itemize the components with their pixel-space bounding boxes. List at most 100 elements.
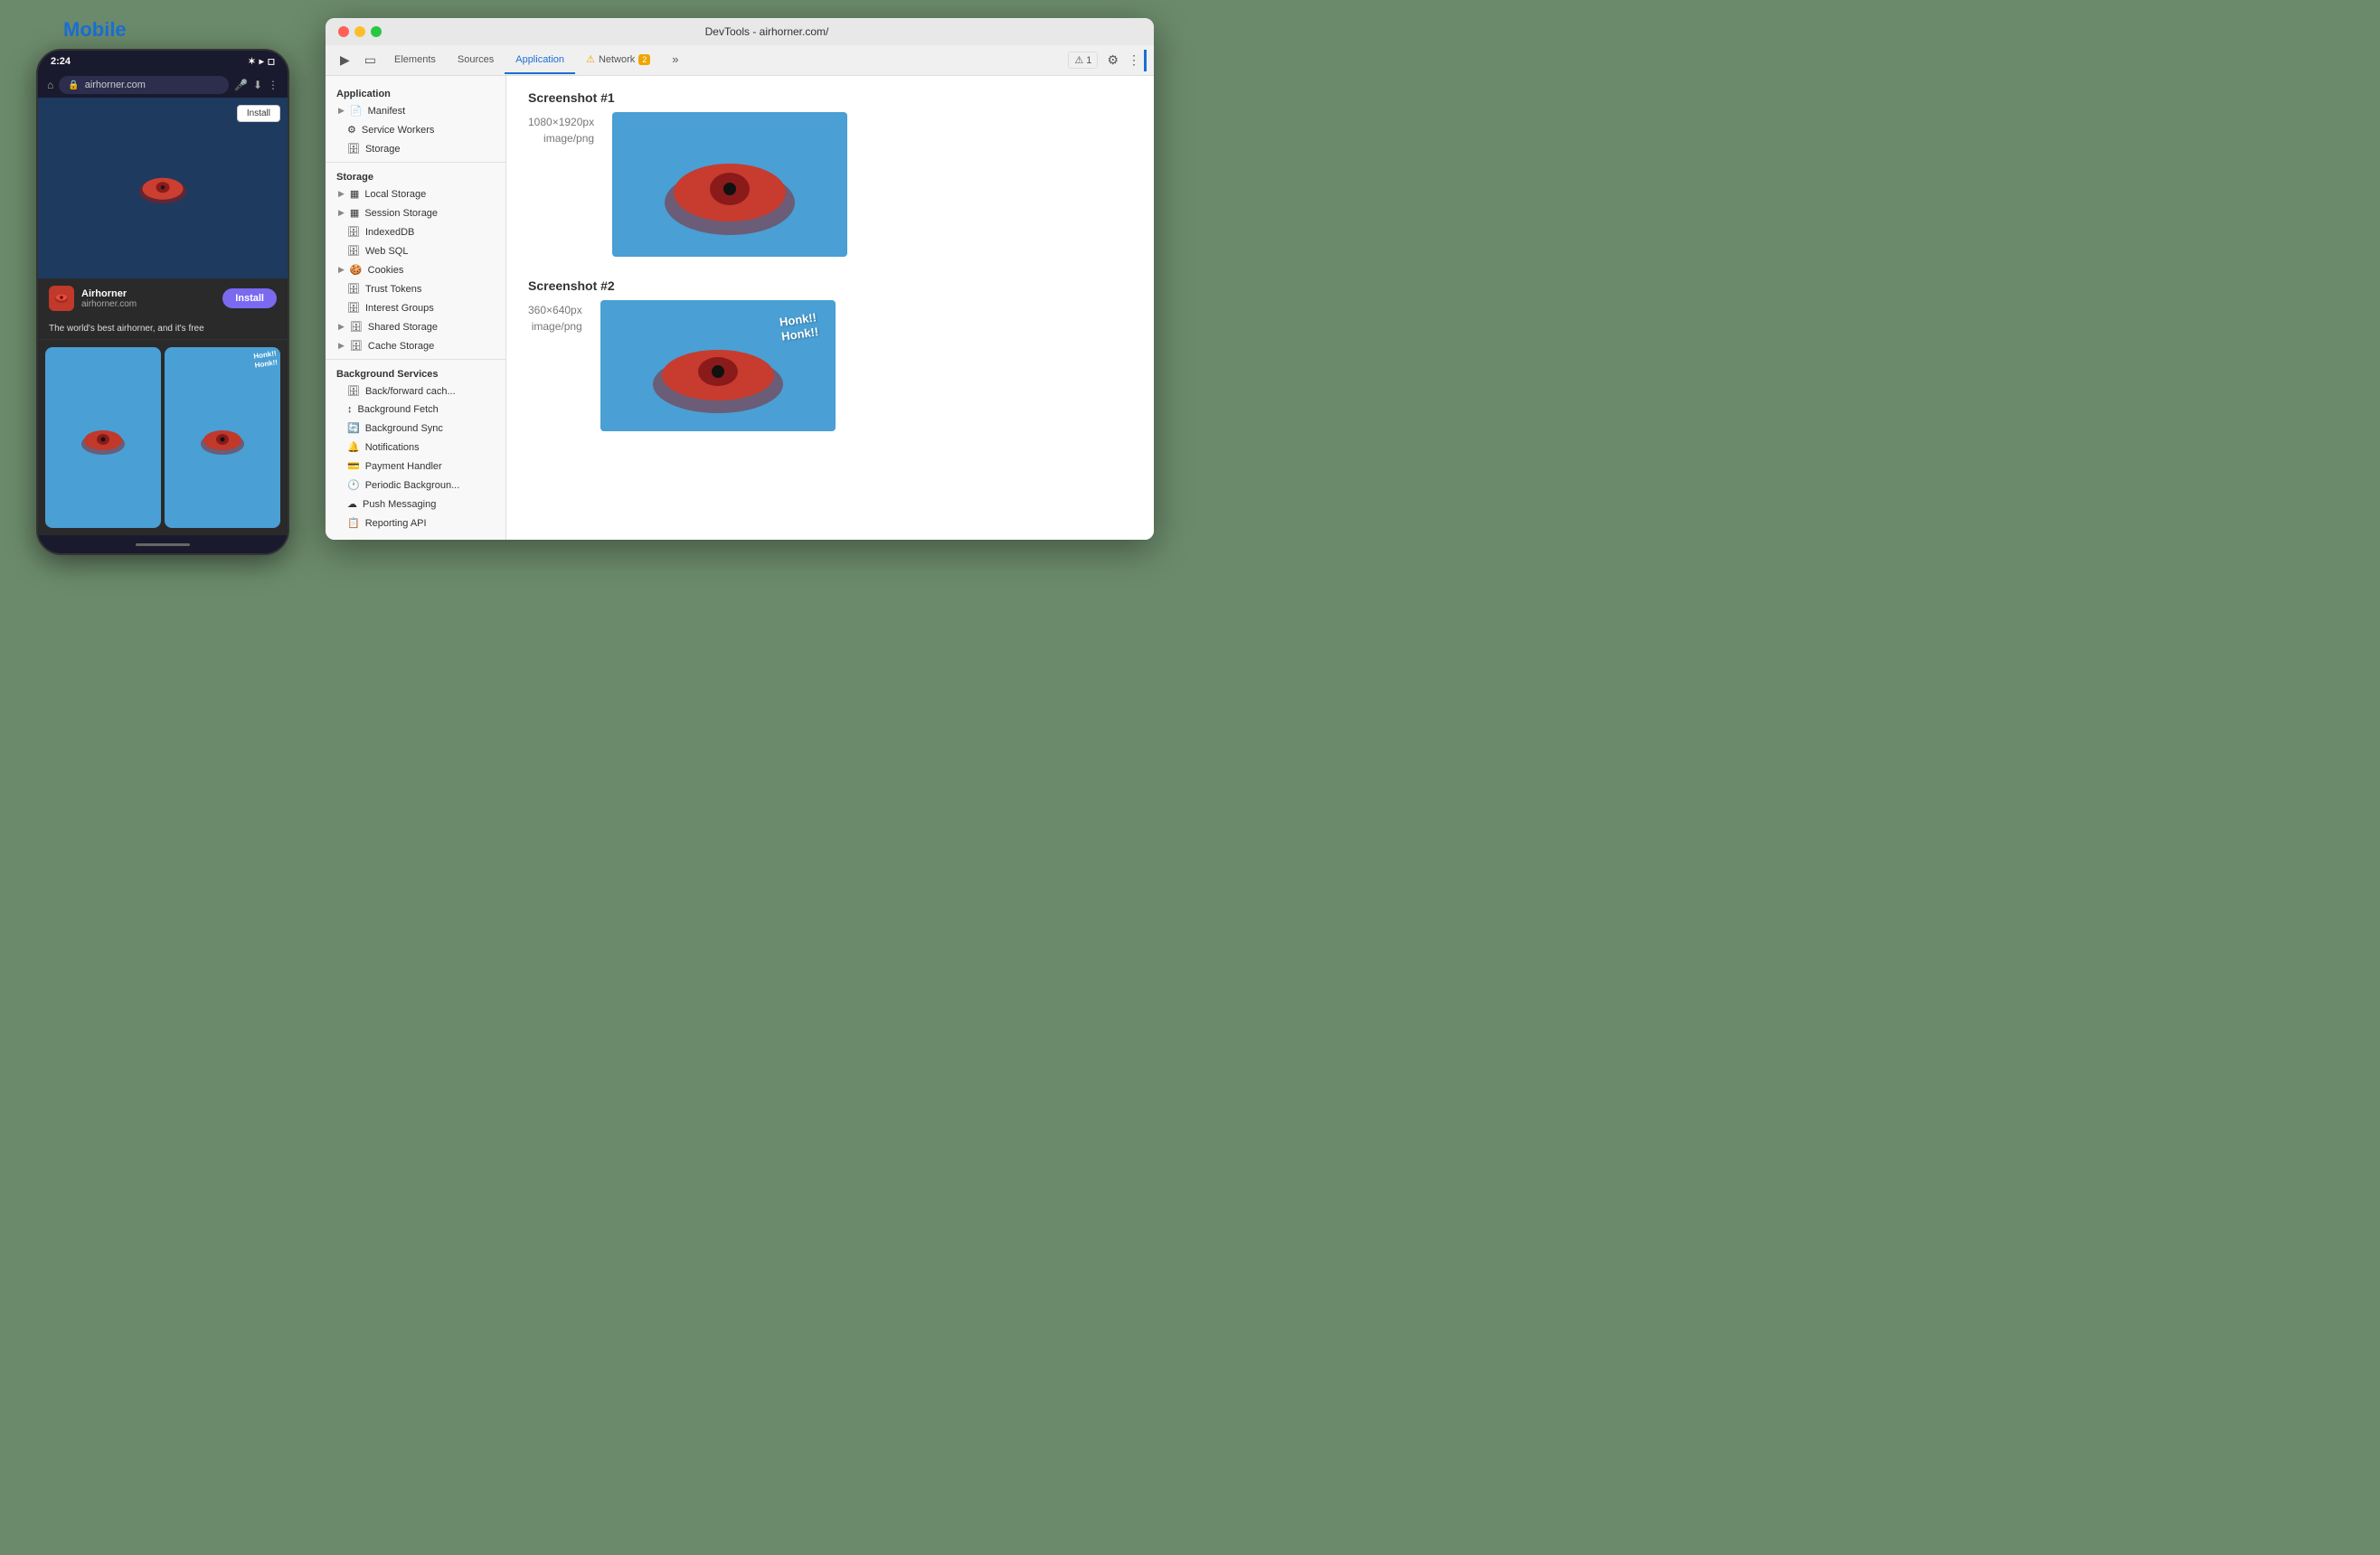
battery-icon: ◻ bbox=[268, 57, 275, 67]
phone-address-bar: ⌂ 🔒 airhorner.com 🎤 ⬇ ⋮ bbox=[38, 72, 288, 98]
screenshot-section-2: Screenshot #2 360×640px image/png bbox=[528, 278, 1132, 431]
sidebar-item-cache-storage[interactable]: ▶ 🗄 Cache Storage bbox=[326, 336, 505, 355]
address-input[interactable]: 🔒 airhorner.com bbox=[59, 76, 229, 94]
devtools-titlebar: DevTools - airhorner.com/ bbox=[326, 18, 1154, 45]
interest-groups-label: Interest Groups bbox=[365, 303, 434, 314]
status-icons: ✶ ▸ ◻ bbox=[248, 57, 275, 67]
honk-text-thumb: Honk!!Honk!! bbox=[252, 349, 278, 370]
cache-storage-label: Cache Storage bbox=[368, 341, 434, 352]
app-info: Airhorner airhorner.com bbox=[81, 288, 215, 309]
app-domain: airhorner.com bbox=[81, 299, 215, 309]
bfcache-label: Back/forward cach... bbox=[365, 386, 456, 397]
app-description: The world's best airhorner, and it's fre… bbox=[38, 318, 288, 340]
sidebar-item-session-storage[interactable]: ▶ ▦ Session Storage bbox=[326, 203, 505, 222]
section-header-storage: Storage bbox=[326, 166, 505, 184]
reporting-api-label: Reporting API bbox=[365, 518, 427, 529]
storage-icon: 🗄 bbox=[347, 143, 360, 155]
tab-elements[interactable]: Elements bbox=[383, 47, 447, 74]
horn-image-large bbox=[136, 170, 190, 206]
devtools-window: DevTools - airhorner.com/ ▶ ▭ Elements S… bbox=[326, 18, 1154, 540]
sidebar-item-bfcache[interactable]: 🗄 Back/forward cach... bbox=[326, 382, 505, 401]
websql-icon: 🗄 bbox=[347, 245, 360, 257]
install-btn-banner[interactable]: Install bbox=[222, 288, 277, 308]
sidebar-item-indexeddb[interactable]: 🗄 IndexedDB bbox=[326, 222, 505, 241]
sidebar-item-notifications[interactable]: 🔔 Notifications bbox=[326, 438, 505, 457]
interest-groups-icon: 🗄 bbox=[347, 302, 360, 314]
sidebar-item-manifest[interactable]: ▶ 📄 Manifest bbox=[326, 101, 505, 120]
sidebar-item-web-sql[interactable]: 🗄 Web SQL bbox=[326, 241, 505, 260]
sidebar-item-push-messaging[interactable]: ☁ Push Messaging bbox=[326, 495, 505, 514]
tab-network-label: Network bbox=[599, 54, 635, 65]
devtools-tabs-bar: ▶ ▭ Elements Sources Application ⚠ Netwo… bbox=[326, 45, 1154, 76]
section-header-application: Application bbox=[326, 83, 505, 101]
phone-screenshot-2: Honk!!Honk!! bbox=[165, 347, 280, 528]
tab-network[interactable]: ⚠ Network 2 bbox=[575, 46, 661, 74]
phone-content-area: Install bbox=[38, 98, 288, 278]
indexeddb-label: IndexedDB bbox=[365, 227, 414, 238]
mic-icon: 🎤 bbox=[234, 79, 248, 91]
screenshot-2-type: image/png bbox=[532, 320, 582, 333]
arrow-icon: ▶ bbox=[338, 106, 345, 116]
tab-more[interactable]: » bbox=[661, 45, 689, 75]
settings-icon[interactable]: ⚙ bbox=[1107, 52, 1119, 68]
bg-sync-label: Background Sync bbox=[365, 423, 443, 434]
more-options-icon[interactable]: ⋮ bbox=[1128, 52, 1140, 68]
screenshot-2-dimensions: 360×640px bbox=[528, 304, 582, 316]
payment-handler-label: Payment Handler bbox=[365, 461, 442, 472]
devtools-title: DevTools - airhorner.com/ bbox=[392, 25, 1141, 38]
sidebar-item-bg-sync[interactable]: 🔄 Background Sync bbox=[326, 419, 505, 438]
phone-frame: 2:24 ✶ ▸ ◻ ⌂ 🔒 airhorner.com 🎤 ⬇ ⋮ Insta… bbox=[36, 49, 289, 555]
app-name: Airhorner bbox=[81, 288, 215, 299]
push-messaging-icon: ☁ bbox=[347, 498, 357, 510]
main-panel: Screenshot #1 1080×1920px image/png bbox=[506, 76, 1154, 540]
screenshot-1-title: Screenshot #1 bbox=[528, 90, 1132, 105]
local-storage-icon: ▦ bbox=[350, 188, 359, 200]
lock-icon: 🔒 bbox=[68, 80, 79, 90]
sidebar-item-bg-fetch[interactable]: ↕ Background Fetch bbox=[326, 401, 505, 419]
bg-sync-icon: 🔄 bbox=[347, 422, 360, 434]
bfcache-icon: 🗄 bbox=[347, 385, 360, 397]
sidebar-item-storage[interactable]: 🗄 Storage bbox=[326, 139, 505, 158]
minimize-button[interactable] bbox=[354, 26, 365, 37]
warning-badge: 2 bbox=[638, 54, 650, 65]
install-btn-top[interactable]: Install bbox=[237, 105, 280, 122]
horn-thumb-1 bbox=[79, 420, 128, 455]
notifications-icon: 🔔 bbox=[347, 441, 360, 453]
cursor-icon[interactable]: ▶ bbox=[333, 45, 357, 75]
phone-screenshot-1 bbox=[45, 347, 161, 528]
sidebar-item-interest-groups[interactable]: 🗄 Interest Groups bbox=[326, 298, 505, 317]
indexeddb-icon: 🗄 bbox=[347, 226, 360, 238]
sidebar-item-shared-storage[interactable]: ▶ 🗄 Shared Storage bbox=[326, 317, 505, 336]
wifi-icon: ▸ bbox=[260, 57, 264, 67]
sidebar-item-local-storage[interactable]: ▶ ▦ Local Storage bbox=[326, 184, 505, 203]
separator-1 bbox=[326, 162, 505, 163]
close-button[interactable] bbox=[338, 26, 349, 37]
device-toggle-icon[interactable]: ▭ bbox=[357, 45, 383, 75]
maximize-button[interactable] bbox=[371, 26, 382, 37]
cache-storage-icon: 🗄 bbox=[350, 340, 363, 352]
sidebar-item-trust-tokens[interactable]: 🗄 Trust Tokens bbox=[326, 279, 505, 298]
phone-bottom-bar bbox=[38, 535, 288, 553]
sidebar-item-service-workers[interactable]: ⚙ Service Workers bbox=[326, 120, 505, 139]
session-storage-label: Session Storage bbox=[364, 208, 438, 219]
sidebar-item-periodic-bg[interactable]: 🕐 Periodic Backgroun... bbox=[326, 476, 505, 495]
shared-storage-label: Shared Storage bbox=[368, 322, 438, 333]
storage-label: Storage bbox=[365, 144, 401, 155]
websql-label: Web SQL bbox=[365, 246, 409, 257]
screenshot-section-1: Screenshot #1 1080×1920px image/png bbox=[528, 90, 1132, 257]
sidebar-item-cookies[interactable]: ▶ 🍪 Cookies bbox=[326, 260, 505, 279]
tab-application[interactable]: Application bbox=[505, 47, 575, 74]
app-icon-svg bbox=[54, 291, 69, 306]
sidebar-item-reporting-api[interactable]: 📋 Reporting API bbox=[326, 514, 505, 532]
window-buttons bbox=[338, 26, 382, 37]
tab-sources[interactable]: Sources bbox=[447, 47, 505, 74]
service-workers-icon: ⚙ bbox=[347, 124, 356, 136]
screenshot-2-title: Screenshot #2 bbox=[528, 278, 1132, 293]
arrow-icon-cookies: ▶ bbox=[338, 265, 345, 275]
warning-indicator[interactable]: ⚠ 1 bbox=[1068, 52, 1098, 69]
trust-tokens-label: Trust Tokens bbox=[365, 284, 421, 295]
shared-storage-icon: 🗄 bbox=[350, 321, 363, 333]
phone-time: 2:24 bbox=[51, 56, 71, 67]
honk-overlay-text: Honk!!Honk!! bbox=[779, 310, 819, 344]
sidebar-item-payment-handler[interactable]: 💳 Payment Handler bbox=[326, 457, 505, 476]
